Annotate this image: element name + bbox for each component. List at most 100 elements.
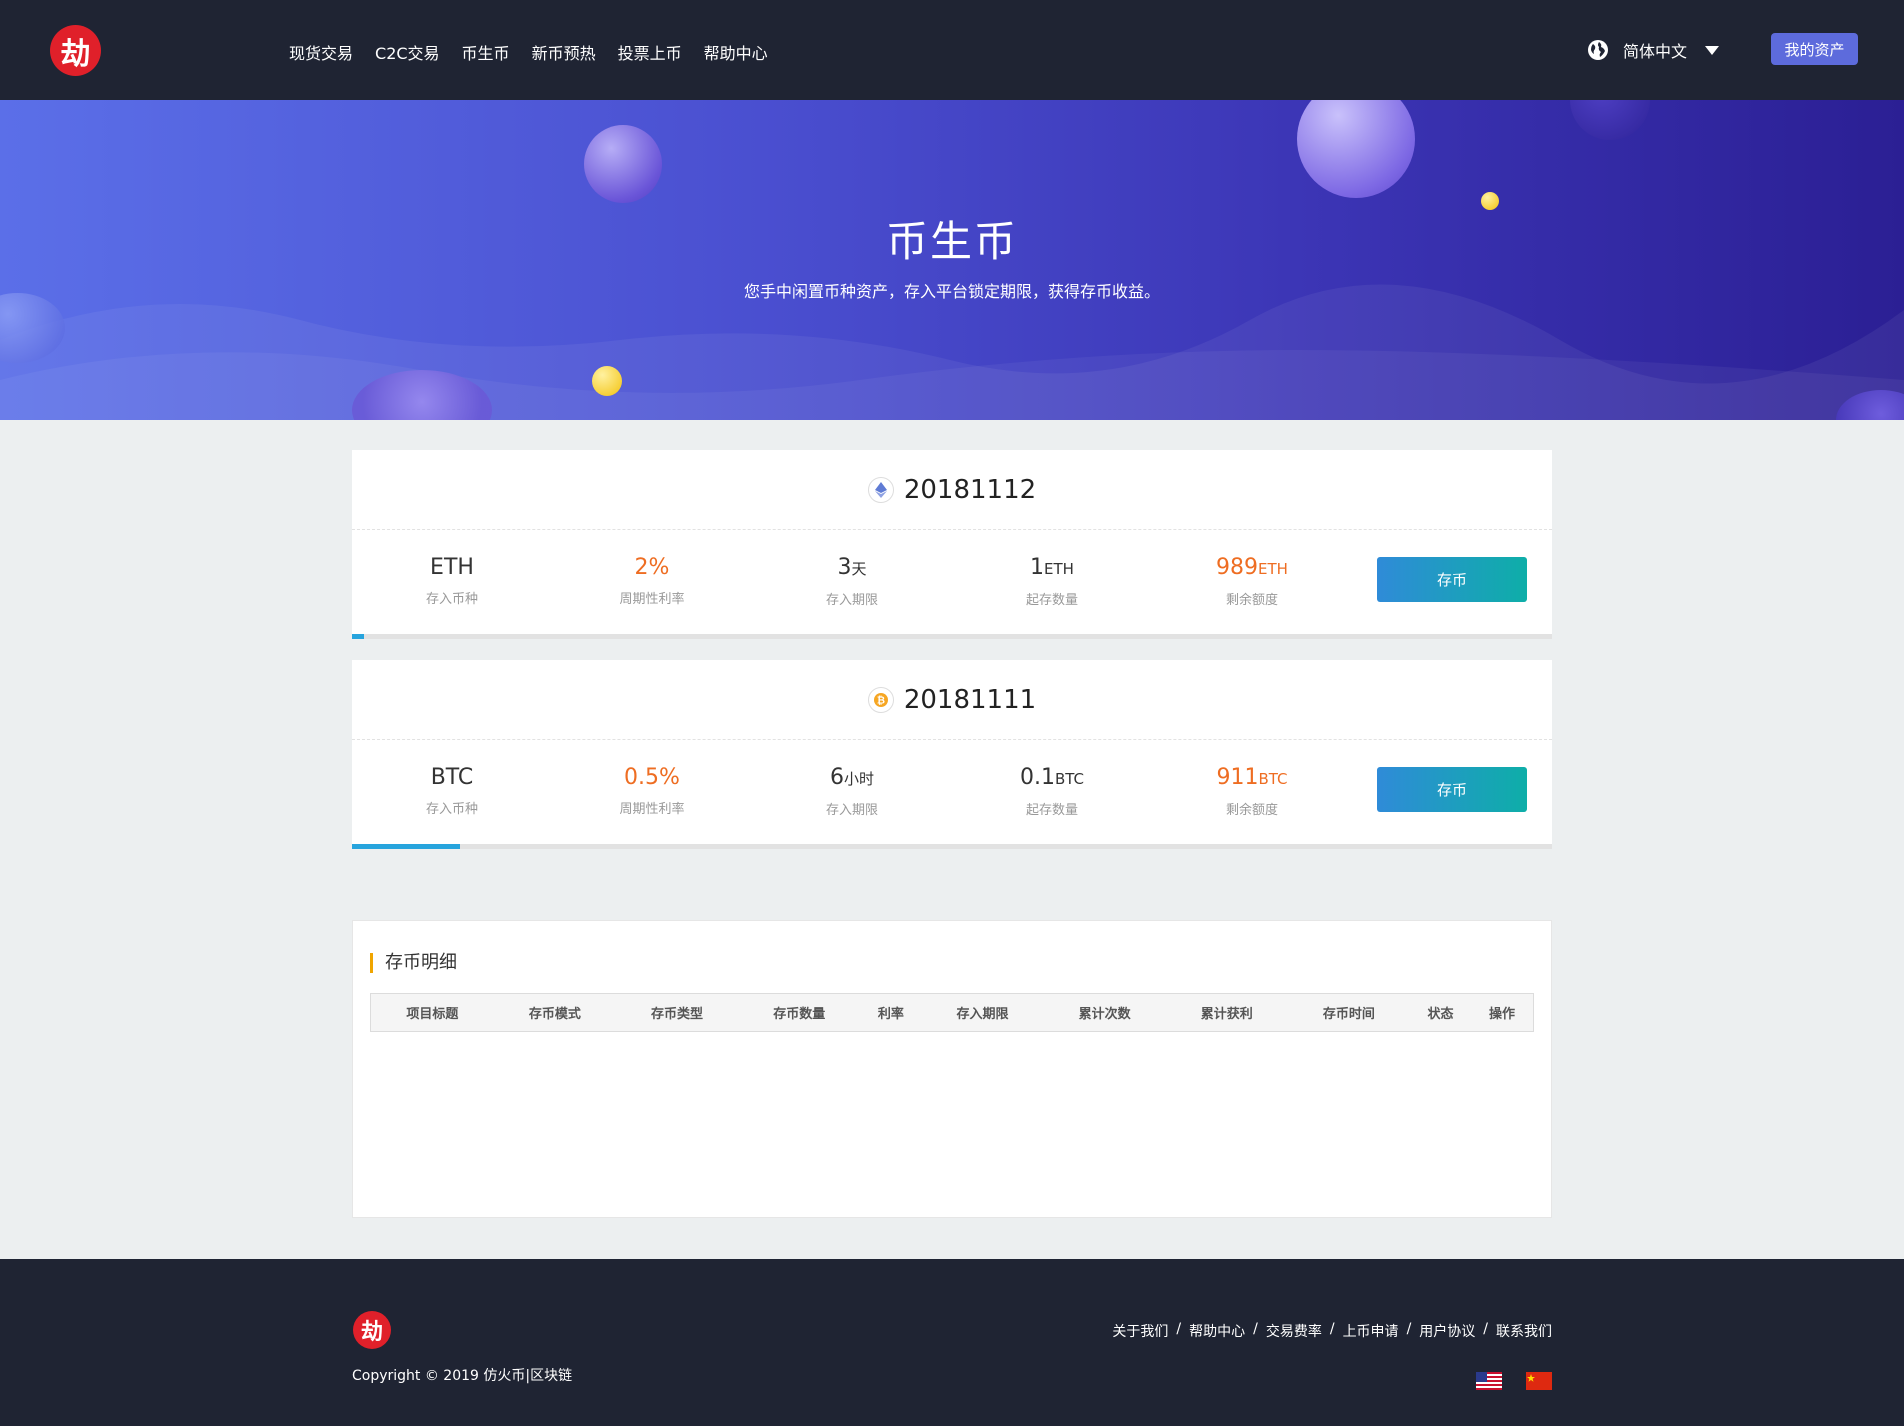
col-deposit-mode: 存币模式 xyxy=(528,1007,581,1022)
language-flags xyxy=(1452,1372,1552,1390)
remaining-label: 剩余额度 xyxy=(1225,593,1278,608)
page-subtitle: 您手中闲置币种资产，存入平台锁定期限，获得存币收益。 xyxy=(743,282,1160,301)
ethereum-icon xyxy=(867,476,894,503)
footer-links: 关于我们 / 帮助中心 / 交易费率 / 上币申请 / 用户协议 / 联系我们 xyxy=(1112,1321,1552,1341)
china-flag-icon[interactable] xyxy=(1526,1372,1552,1390)
stat-rate: 0.5% 周期性利率 xyxy=(552,764,752,817)
currency-value: BTC xyxy=(430,765,474,790)
col-deposit-amount: 存币数量 xyxy=(773,1007,826,1022)
col-total-profit: 累计获利 xyxy=(1200,1007,1253,1022)
nav-coin-earn[interactable]: 币生币 xyxy=(462,40,510,64)
nav-spot-trading[interactable]: 现货交易 xyxy=(289,40,353,64)
stat-remaining: 911BTC 剩余额度 xyxy=(1152,764,1352,818)
nav-new-coin-preview[interactable]: 新币预热 xyxy=(532,40,596,64)
min-label: 起存数量 xyxy=(1025,593,1078,608)
main-nav: 现货交易 C2C交易 币生币 新币预热 投票上币 帮助中心 xyxy=(289,40,790,64)
rate-label: 周期性利率 xyxy=(619,802,685,817)
min-value: 1 xyxy=(1030,555,1045,580)
stat-rate: 2% 周期性利率 xyxy=(552,554,752,607)
deposit-button[interactable]: 存币 xyxy=(1377,767,1527,812)
records-header-row: 项目标题 存币模式 存币类型 存币数量 利率 存入期限 累计次数 累计获利 存币… xyxy=(371,994,1534,1032)
currency-label: 存入币种 xyxy=(425,802,478,817)
quota-progress-fill xyxy=(352,844,460,849)
currency-label: 存入币种 xyxy=(425,592,478,607)
remaining-value: 989 xyxy=(1216,555,1259,580)
site-footer: 劫 Copyright © 2019 仿火币|区块链 关于我们 / 帮助中心 /… xyxy=(0,1259,1904,1426)
records-table: 项目标题 存币模式 存币类型 存币数量 利率 存入期限 累计次数 累计获利 存币… xyxy=(370,993,1534,1032)
rate-value: 0.5% xyxy=(624,765,680,790)
footer-link-contact[interactable]: 联系我们 xyxy=(1496,1321,1552,1341)
bitcoin-icon: ₿ xyxy=(867,686,894,713)
us-flag-icon[interactable] xyxy=(1476,1372,1502,1390)
svg-text:₿: ₿ xyxy=(877,694,885,706)
col-action: 操作 xyxy=(1489,1007,1516,1022)
period-label: 存入期限 xyxy=(825,593,878,608)
decor-ball xyxy=(1570,100,1650,140)
deposit-records-panel: 存币明细 项目标题 存币模式 存币类型 存币数量 利率 存入期限 累计次数 累计… xyxy=(352,920,1552,1218)
col-total-count: 累计次数 xyxy=(1078,1007,1131,1022)
min-value: 0.1 xyxy=(1019,765,1055,790)
remaining-value: 911 xyxy=(1216,765,1259,790)
link-separator: / xyxy=(1176,1321,1182,1337)
logo-glyph: 劫 xyxy=(60,36,91,72)
min-label: 起存数量 xyxy=(1025,803,1078,818)
footer-link-user-agreement[interactable]: 用户协议 xyxy=(1419,1321,1475,1341)
hero-banner: 币生币 您手中闲置币种资产，存入平台锁定期限，获得存币收益。 xyxy=(0,100,1904,420)
footer-logo[interactable]: 劫 xyxy=(353,1311,391,1349)
product-title: 20181111 xyxy=(903,684,1037,715)
currency-value: ETH xyxy=(430,555,474,580)
quota-progress-bar xyxy=(352,844,1552,849)
my-assets-button[interactable]: 我的资产 xyxy=(1771,33,1858,65)
stat-min-amount: 1ETH 起存数量 xyxy=(952,554,1152,608)
footer-link-help[interactable]: 帮助中心 xyxy=(1189,1321,1245,1341)
remaining-label: 剩余额度 xyxy=(1225,803,1278,818)
min-unit: ETH xyxy=(1044,560,1074,578)
stat-currency: BTC 存入币种 xyxy=(352,764,552,817)
period-value: 3 xyxy=(837,555,852,580)
remaining-unit: BTC xyxy=(1258,770,1288,788)
col-deposit-type: 存币类型 xyxy=(651,1007,704,1022)
stat-period: 3天 存入期限 xyxy=(752,554,952,608)
col-status: 状态 xyxy=(1427,1007,1454,1022)
decor-gold-ball xyxy=(592,366,622,396)
top-navbar: 劫 现货交易 C2C交易 币生币 新币预热 投票上币 帮助中心 简体中文 我的资… xyxy=(0,0,1904,100)
quota-progress-bar xyxy=(352,634,1552,639)
footer-link-about[interactable]: 关于我们 xyxy=(1112,1321,1168,1341)
footer-link-listing-apply[interactable]: 上币申请 xyxy=(1343,1321,1399,1341)
link-separator: / xyxy=(1483,1321,1488,1337)
deposit-product-card: ₿ 20181111 BTC 存入币种 0.5% 周期性利率 6小时 存入期限 … xyxy=(352,660,1552,849)
quota-progress-fill xyxy=(352,634,364,639)
site-logo[interactable]: 劫 xyxy=(50,25,101,76)
language-selector[interactable]: 简体中文 xyxy=(1587,38,1720,62)
rate-value: 2% xyxy=(634,555,670,580)
card-body: BTC 存入币种 0.5% 周期性利率 6小时 存入期限 0.1BTC 起存数量… xyxy=(352,740,1552,844)
card-header: 20181112 xyxy=(352,450,1552,530)
stat-period: 6小时 存入期限 xyxy=(752,764,952,818)
language-label: 简体中文 xyxy=(1623,42,1688,61)
col-rate: 利率 xyxy=(877,1007,904,1022)
period-label: 存入期限 xyxy=(825,803,878,818)
chevron-down-icon xyxy=(1705,45,1720,55)
nav-vote-listing[interactable]: 投票上币 xyxy=(618,40,682,64)
footer-logo-glyph: 劫 xyxy=(360,1319,383,1345)
page-title: 币生币 xyxy=(885,217,1018,266)
stat-remaining: 989ETH 剩余额度 xyxy=(1152,554,1352,608)
link-separator: / xyxy=(1406,1321,1412,1337)
link-separator: / xyxy=(1329,1321,1335,1337)
col-deposit-time: 存币时间 xyxy=(1322,1007,1375,1022)
product-title: 20181112 xyxy=(903,474,1037,505)
nav-c2c-trading[interactable]: C2C交易 xyxy=(375,40,440,64)
decor-ball xyxy=(584,125,662,203)
min-unit: BTC xyxy=(1054,770,1085,788)
deposit-product-card: 20181112 ETH 存入币种 2% 周期性利率 3天 存入期限 1ETH … xyxy=(352,450,1552,639)
col-project-title: 项目标题 xyxy=(406,1007,459,1022)
card-header: ₿ 20181111 xyxy=(352,660,1552,740)
stat-min-amount: 0.1BTC 起存数量 xyxy=(952,764,1152,818)
period-unit: 天 xyxy=(851,560,867,578)
footer-link-fees[interactable]: 交易费率 xyxy=(1266,1321,1322,1341)
nav-help-center[interactable]: 帮助中心 xyxy=(704,40,768,64)
card-body: ETH 存入币种 2% 周期性利率 3天 存入期限 1ETH 起存数量 989E… xyxy=(352,530,1552,634)
col-period: 存入期限 xyxy=(956,1007,1009,1022)
deposit-button[interactable]: 存币 xyxy=(1377,557,1527,602)
stat-currency: ETH 存入币种 xyxy=(352,554,552,607)
